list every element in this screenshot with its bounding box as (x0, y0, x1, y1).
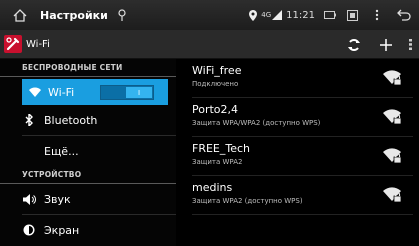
battery-icon (321, 0, 339, 30)
action-bar: Wi-Fi (0, 30, 419, 59)
bluetooth-icon (22, 113, 36, 127)
sidebar-item-display[interactable]: Экран (0, 215, 176, 245)
status-bar: Настройки 4G 11:21 (0, 0, 419, 30)
location-pin-icon (118, 8, 128, 22)
wifi-icon (28, 85, 42, 99)
sidebar-item-label: Экран (44, 223, 80, 237)
sidebar-item-label: Wi-Fi (48, 85, 75, 99)
network-name: medins (192, 181, 233, 194)
sidebar-item-more[interactable]: Ещё... (0, 136, 176, 166)
sidebar-item-bluetooth[interactable]: Bluetooth (0, 105, 176, 135)
wifi-toggle[interactable]: I (100, 85, 154, 100)
section-header-device: УСТРОЙСТВО (0, 166, 176, 184)
home-icon[interactable] (8, 0, 32, 30)
brightness-icon (22, 223, 36, 237)
network-status: Защита WPA/WPA2 (доступно WPS) (192, 119, 321, 127)
network-status: Подключено (192, 80, 239, 88)
location-icon (249, 0, 258, 30)
sidebar-item-sound[interactable]: Звук (0, 184, 176, 214)
network-name: FREE_Tech (192, 142, 251, 155)
network-status: Защита WPA2 (доступно WPS) (192, 197, 303, 205)
screenshot-icon[interactable] (339, 0, 365, 30)
wifi-signal-locked-icon (383, 69, 403, 87)
section-header-wireless: БЕСПРОВОДНЫЕ СЕТИ (0, 59, 176, 77)
network-name: WiFi_free (192, 64, 242, 77)
sidebar-item-label: Ещё... (44, 144, 79, 158)
network-item[interactable]: WiFi_free Подключено (192, 59, 413, 98)
back-icon[interactable] (389, 0, 419, 30)
network-status: Защита WPA2 (192, 158, 243, 166)
overflow-menu-icon[interactable] (401, 30, 419, 59)
settings-app-icon (4, 35, 22, 53)
network-item[interactable]: medins Защита WPA2 (доступно WPS) (192, 176, 413, 215)
sidebar-item-label: Bluetooth (44, 113, 98, 127)
wifi-network-list: WiFi_free Подключено Porto2,4 Защита WPA… (176, 59, 419, 246)
settings-sidebar: БЕСПРОВОДНЫЕ СЕТИ Wi-Fi I Bluetooth Ещё.… (0, 59, 176, 246)
network-item[interactable]: FREE_Tech Защита WPA2 (192, 137, 413, 176)
speaker-icon (22, 192, 36, 206)
wifi-signal-locked-icon (383, 147, 403, 165)
toggle-thumb: I (126, 87, 152, 98)
wifi-signal-locked-icon (383, 186, 403, 204)
network-item[interactable]: Porto2,4 Защита WPA/WPA2 (доступно WPS) (192, 98, 413, 137)
network-name: Porto2,4 (192, 103, 239, 116)
sidebar-item-wifi[interactable]: Wi-Fi I (22, 79, 168, 105)
statusbar-title: Настройки (40, 8, 108, 22)
signal-icon (272, 0, 283, 30)
clock: 11:21 (286, 9, 315, 21)
wifi-signal-locked-icon (383, 108, 403, 126)
network-type-label: 4G (261, 11, 272, 19)
add-network-icon[interactable] (371, 30, 401, 59)
sidebar-item-label: Звук (44, 192, 71, 206)
more-vert-icon[interactable] (365, 0, 389, 30)
wps-icon[interactable] (337, 30, 371, 59)
page-title: Wi-Fi (26, 38, 50, 50)
